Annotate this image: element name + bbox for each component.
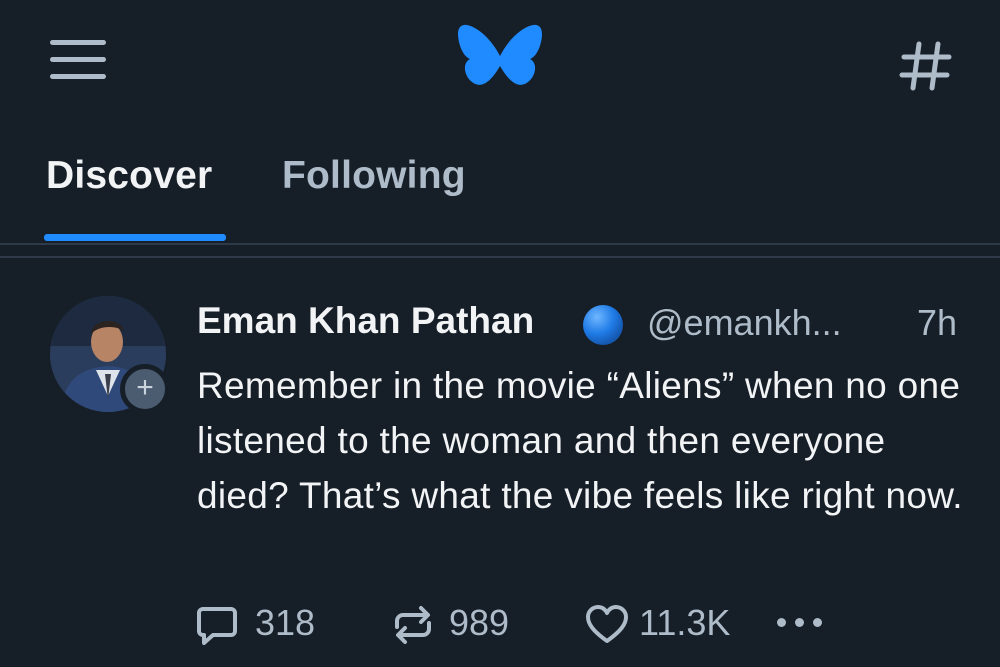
post-text: Remember in the movie “Aliens” when no o… (197, 365, 963, 516)
top-bar (0, 0, 1000, 120)
tab-following[interactable]: Following (282, 154, 466, 198)
avatar-container: + (50, 296, 170, 414)
like-count: 11.3K (639, 602, 731, 643)
active-tab-indicator (44, 234, 226, 241)
tab-discover[interactable]: Discover (46, 154, 212, 198)
blue-circle-icon (583, 305, 623, 345)
feed-tabs: Discover Following (0, 140, 1000, 244)
post-timestamp[interactable]: 7h (917, 302, 957, 344)
hamburger-menu-icon[interactable] (50, 38, 106, 82)
heart-icon (586, 605, 628, 643)
reply-icon (197, 607, 237, 645)
repost-icon (395, 606, 431, 644)
post-card[interactable]: + Eman Khan Pathan @emankh... 7h Remembe… (0, 258, 1000, 667)
follow-plus-button[interactable]: + (120, 364, 170, 414)
repost-count: 989 (449, 602, 510, 643)
tabs-divider (0, 243, 1000, 245)
app-screen: Discover Following + Eman Khan Pathan @e… (0, 0, 1000, 667)
butterfly-logo-icon[interactable] (458, 22, 542, 96)
post-actions: 318 989 11.3K (195, 600, 895, 650)
reply-count: 318 (255, 602, 316, 643)
more-options-icon[interactable] (777, 612, 829, 632)
hashtag-icon[interactable] (898, 38, 954, 94)
post-header: Eman Khan Pathan @emankh... 7h (197, 300, 967, 350)
author-name[interactable]: Eman Khan Pathan (197, 300, 534, 342)
author-handle[interactable]: @emankh... (647, 302, 842, 344)
